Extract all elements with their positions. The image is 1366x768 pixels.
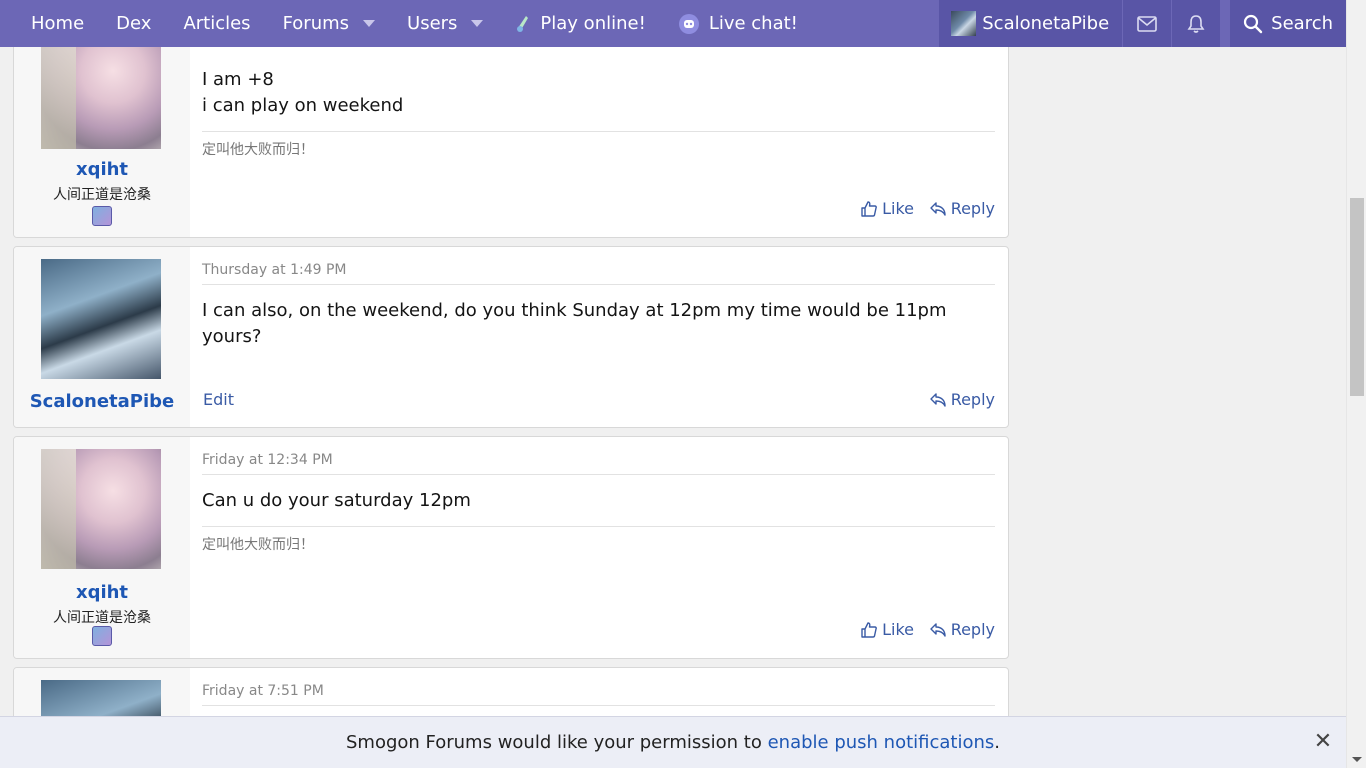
reply-label: Reply [950, 390, 995, 409]
nav-users[interactable]: Users [391, 0, 499, 47]
page-scrollbar[interactable] [1346, 0, 1366, 768]
scroll-down-arrow-icon[interactable] [1352, 757, 1362, 762]
like-label: Like [882, 620, 914, 639]
divider [202, 474, 995, 475]
signature-divider [202, 131, 995, 132]
reply-icon [929, 392, 946, 407]
message-text: I can also, on the weekend, do you think… [202, 300, 947, 347]
message-user-info: ScalonetaPibe [14, 247, 190, 427]
like-button[interactable]: Like [861, 620, 914, 639]
inbox-button[interactable] [1123, 0, 1172, 47]
nav-account-area: ScalonetaPibe Search [938, 0, 1346, 47]
reply-icon [929, 622, 946, 637]
user-signature: 定叫他大败而归！ [202, 142, 314, 158]
message-content: Friday at 12:34 PM Can u do your saturda… [202, 437, 995, 658]
reply-label: Reply [950, 199, 995, 218]
message-text-line: I am +8 [202, 69, 274, 90]
divider [202, 284, 995, 285]
discord-icon [678, 13, 700, 35]
push-notification-notice: Smogon Forums would like your permission… [0, 716, 1346, 768]
message-post: ScalonetaPibe Thursday at 1:49 PM I can … [13, 246, 1009, 428]
user-title: 人间正道是沧桑 [53, 610, 151, 626]
nav-home[interactable]: Home [0, 0, 100, 47]
divider [202, 705, 995, 706]
bell-icon [1187, 14, 1205, 33]
nav-users-label: Users [407, 13, 458, 34]
message-date[interactable]: Friday at 7:51 PM [202, 683, 324, 699]
message-post: xqiht 人间正道是沧桑 Friday at 12:34 PM Can u d… [13, 436, 1009, 659]
top-navbar: Home Dex Articles Forums Users Play onli… [0, 0, 1346, 47]
user-avatar[interactable] [41, 449, 161, 569]
nav-dex-label: Dex [116, 13, 152, 34]
enable-push-link[interactable]: enable push notifications [768, 732, 995, 753]
username-link[interactable]: xqiht [14, 582, 190, 603]
account-menu[interactable]: ScalonetaPibe [939, 0, 1123, 47]
message-content: Thursday at 1:49 PM I can also, on the w… [202, 247, 995, 427]
nav-dex[interactable]: Dex [100, 0, 167, 47]
like-button[interactable]: Like [861, 199, 914, 218]
push-notice-text: Smogon Forums would like your permission… [345, 732, 762, 753]
scrollbar-thumb[interactable] [1350, 198, 1364, 396]
message-text: Can u do your saturday 12pm [202, 490, 471, 511]
nav-articles[interactable]: Articles [167, 0, 266, 47]
user-badge-icon [92, 626, 112, 646]
edit-label: Edit [203, 390, 234, 409]
like-label: Like [882, 199, 914, 218]
message-date[interactable]: Thursday at 1:49 PM [202, 262, 346, 278]
message-date[interactable]: Friday at 12:34 PM [202, 452, 333, 468]
nav-forums-label: Forums [282, 13, 350, 34]
reply-icon [929, 201, 946, 216]
username-link[interactable]: ScalonetaPibe [14, 391, 190, 412]
push-notice-suffix: . [994, 732, 1001, 753]
close-icon[interactable]: ✕ [1313, 729, 1333, 754]
envelope-icon [1137, 15, 1157, 32]
reply-button[interactable]: Reply [929, 199, 995, 218]
chevron-down-icon[interactable] [471, 20, 484, 27]
user-signature: 定叫他大败而归！ [202, 537, 314, 553]
nav-play-online[interactable]: Play online! [499, 0, 661, 47]
user-avatar[interactable] [41, 259, 161, 379]
username-link[interactable]: xqiht [14, 159, 190, 180]
edit-button[interactable]: Edit [203, 390, 234, 409]
signature-divider [202, 526, 995, 527]
nav-live-chat[interactable]: Live chat! [662, 0, 814, 47]
reply-label: Reply [950, 620, 995, 639]
account-username: ScalonetaPibe [982, 13, 1110, 34]
alerts-button[interactable] [1172, 0, 1221, 47]
search-button[interactable]: Search [1230, 0, 1346, 47]
nav-forums[interactable]: Forums [267, 0, 391, 47]
nav-home-label: Home [31, 13, 85, 34]
nav-articles-label: Articles [183, 13, 251, 34]
nav-live-chat-label: Live chat! [708, 13, 798, 34]
search-label: Search [1271, 13, 1333, 34]
message-user-info: xqiht 人间正道是沧桑 [14, 437, 190, 658]
user-title: 人间正道是沧桑 [53, 187, 151, 203]
message-pointer [190, 451, 200, 467]
avatar [951, 11, 977, 36]
reply-button[interactable]: Reply [929, 390, 995, 409]
showdown-icon [515, 14, 531, 34]
reply-button[interactable]: Reply [929, 620, 995, 639]
thumbs-up-icon [861, 200, 877, 217]
message-pointer [190, 261, 200, 277]
message-text-line: i can play on weekend [202, 95, 404, 116]
chevron-down-icon[interactable] [363, 20, 376, 27]
message-pointer [190, 682, 200, 698]
thumbs-up-icon [861, 621, 877, 638]
user-avatar[interactable] [41, 29, 161, 149]
user-badge-icon [92, 206, 112, 226]
search-icon [1244, 14, 1263, 33]
nav-play-online-label: Play online! [540, 13, 646, 34]
